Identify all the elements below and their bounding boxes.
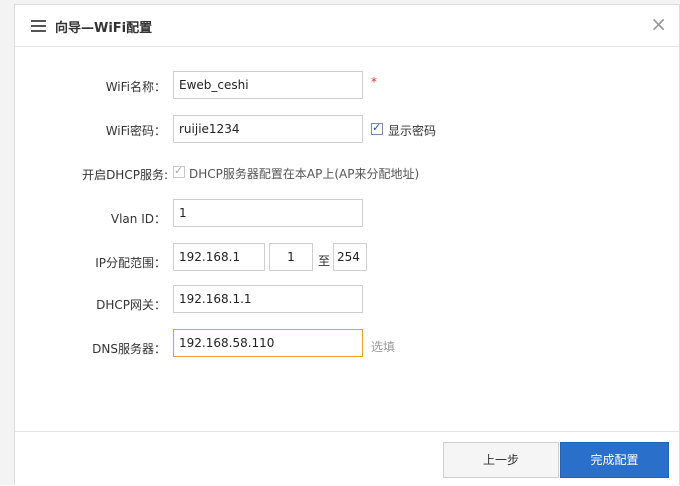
dhcp-service-label: 开启DHCP服务: xyxy=(82,168,168,182)
dns-server-input[interactable] xyxy=(173,329,363,357)
vlan-id-label: Vlan ID： xyxy=(110,212,166,226)
ip-range-end-input[interactable] xyxy=(333,243,367,271)
menu-icon xyxy=(31,20,46,32)
dhcp-gateway-input[interactable] xyxy=(173,285,363,313)
previous-step-button[interactable]: 上一步 xyxy=(443,442,559,478)
wifi-name-label: WiFi名称： xyxy=(105,80,166,94)
required-mark: * xyxy=(371,75,377,89)
ip-range-prefix-input[interactable] xyxy=(173,243,265,271)
show-password-checkbox[interactable] xyxy=(371,121,383,135)
background: 向导—WiFi配置 × WiFi名称： * WiFi密码： 显示密码 开启DHC… xyxy=(0,0,680,486)
dns-optional-hint: 选填 xyxy=(371,340,396,354)
dns-server-label: DNS服务器： xyxy=(92,342,166,356)
wifi-password-input[interactable] xyxy=(173,115,363,143)
dhcp-service-option-label: DHCP服务器配置在本AP上(AP来分配地址) xyxy=(189,167,420,181)
show-password-label: 显示密码 xyxy=(388,124,437,138)
dialog-header: 向导—WiFi配置 × xyxy=(15,5,679,47)
wifi-config-dialog: 向导—WiFi配置 × WiFi名称： * WiFi密码： 显示密码 开启DHC… xyxy=(14,4,680,486)
close-icon[interactable]: × xyxy=(650,13,667,35)
finish-config-button[interactable]: 完成配置 xyxy=(560,442,669,478)
ip-range-separator: 至 xyxy=(318,254,331,268)
ip-range-label: IP分配范围： xyxy=(95,256,166,270)
ip-range-start-input[interactable] xyxy=(269,243,313,271)
vlan-id-input[interactable] xyxy=(173,199,363,227)
wifi-password-label: WiFi密码： xyxy=(105,124,166,138)
wifi-name-input[interactable] xyxy=(173,71,363,99)
dialog-title: 向导—WiFi配置 xyxy=(55,21,153,36)
dhcp-gateway-label: DHCP网关： xyxy=(96,298,166,312)
dialog-footer: 上一步 完成配置 xyxy=(15,431,679,486)
dhcp-service-checkbox[interactable] xyxy=(173,164,185,178)
